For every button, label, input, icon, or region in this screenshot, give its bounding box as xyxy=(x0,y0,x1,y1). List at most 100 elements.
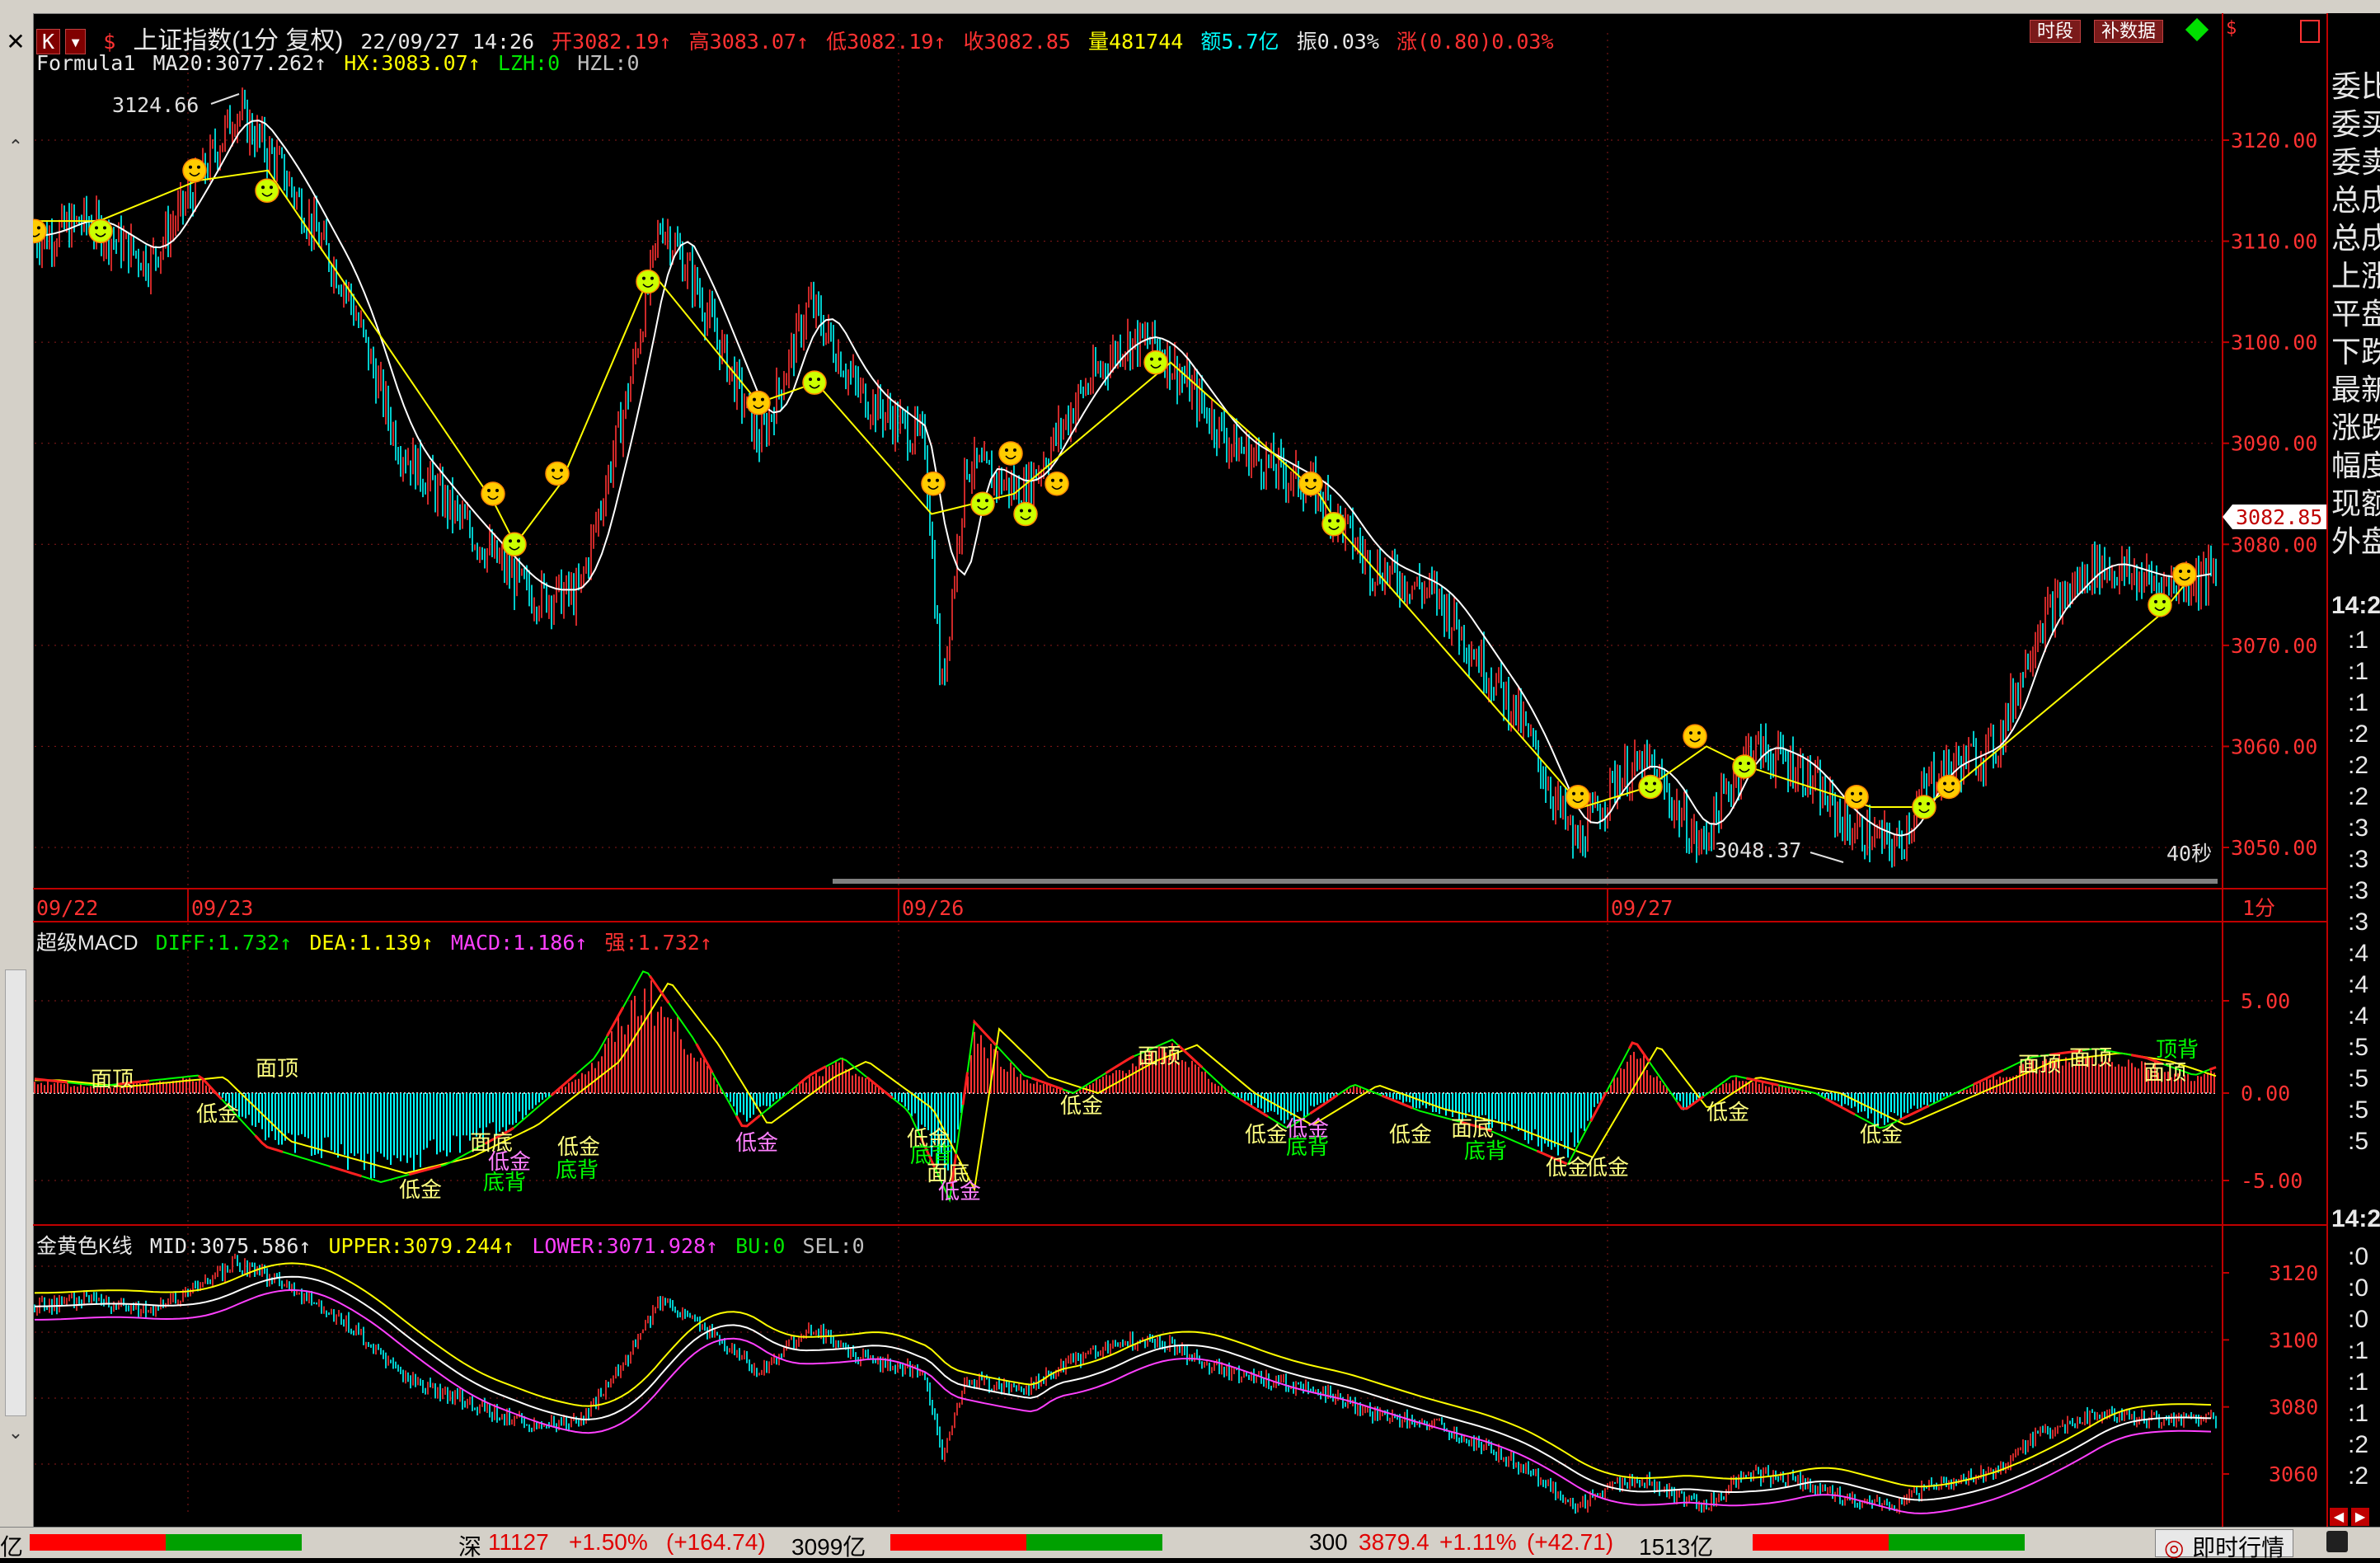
left-toolbar: ✕ ⌃ ⌄ xyxy=(0,13,34,1527)
quote-datetime: 22/09/27 14:26 xyxy=(360,30,535,54)
up-arrow-icon: ↑ xyxy=(659,30,672,54)
sz-change: (+164.74) xyxy=(666,1529,766,1555)
smiley-signal-icon xyxy=(1912,795,1936,819)
indicator-hx: HX:3083.07↑ xyxy=(344,51,481,75)
quote-open: 开3082.19 xyxy=(552,30,660,54)
date-label-0923: 09/23 xyxy=(191,896,253,920)
svg-text:3110.00: 3110.00 xyxy=(2231,230,2317,254)
price-grid xyxy=(35,33,2218,1517)
smiley-signal-icon xyxy=(1143,350,1168,375)
tick-time: :2 xyxy=(2348,752,2369,779)
right-quote-panel: 委比委买委卖总成总成上涨平盘下跌最新涨跌幅度现额外盘 14:2 :1:1:1:2… xyxy=(2326,13,2380,1527)
tick-time: :2 xyxy=(2348,783,2369,810)
scroll-up-icon[interactable]: ⌃ xyxy=(5,137,26,158)
macd-name: 超级MACD xyxy=(36,932,138,955)
macd-signal-label: 面顶 xyxy=(2069,1046,2112,1071)
smiley-signal-icon xyxy=(545,461,570,486)
goldk-name: 金黄色K线 xyxy=(36,1235,133,1258)
macd-strong: 强:1.732↑ xyxy=(604,931,712,955)
hs300-change: (+42.71) xyxy=(1527,1529,1614,1555)
sh-ratio-bar xyxy=(30,1534,302,1551)
vertical-scrollbar-thumb[interactable] xyxy=(5,969,26,1416)
tick-time: :4 xyxy=(2348,940,2369,967)
svg-text:3060: 3060 xyxy=(2269,1462,2318,1486)
close-icon[interactable]: ✕ xyxy=(3,30,28,54)
quote-field-label: 平盘 xyxy=(2331,297,2380,331)
tick-time-list: :1:1:1:2:2:2:3:3:3:3:4:4:4:5:5:5:5 xyxy=(2348,625,2368,1157)
macd-signal-label: 低金 xyxy=(735,1131,778,1156)
svg-text:3060.00: 3060.00 xyxy=(2231,735,2317,758)
quote-close: 收3082.85 xyxy=(963,30,1071,54)
sz-amount: 3099亿 xyxy=(791,1534,866,1560)
tick-time-header: 14:2 xyxy=(2331,592,2380,619)
scroll-right-icon[interactable]: ▶ xyxy=(2351,1508,2369,1526)
high-price-label: 3124.66 xyxy=(112,93,199,117)
date-label-0927: 09/27 xyxy=(1611,896,1673,920)
macd-signal-label: 低金 xyxy=(557,1135,600,1160)
tick-time: :0 xyxy=(2348,1243,2369,1270)
tick-time-footer: 14:2 xyxy=(2331,1205,2380,1232)
smiley-signal-icon xyxy=(1936,774,1961,800)
main-indicator-line: Formula1 MA20:3077.262↑ HX:3083.07↑ LZH:… xyxy=(36,51,645,75)
quote-field-label: 外盘 xyxy=(2331,524,2380,558)
tick-time: :2 xyxy=(2348,1431,2369,1458)
quote-field-label: 最新 xyxy=(2331,373,2380,406)
goldk-mid: MID:3075.586↑ xyxy=(149,1234,312,1258)
tick-time: :2 xyxy=(2348,1462,2369,1490)
tick-time: :4 xyxy=(2348,1002,2369,1030)
smiley-signal-icon xyxy=(182,158,207,183)
macd-signal-label: 低金 xyxy=(1060,1094,1103,1119)
smiley-signal-icon xyxy=(636,269,660,294)
tick-time: :1 xyxy=(2348,1337,2369,1364)
realtime-quote-button[interactable]: ◎ 即时行情 xyxy=(2155,1529,2294,1561)
indicator-hzl: HZL:0 xyxy=(577,51,640,75)
tick-time: :5 xyxy=(2348,1065,2369,1092)
smiley-signal-icon xyxy=(502,532,527,557)
svg-text:0.00: 0.00 xyxy=(2241,1082,2290,1105)
indicator-ma20: MA20:3077.262↑ xyxy=(153,51,327,75)
quote-field-label: 幅度 xyxy=(2331,448,2380,482)
currency-icon: $ xyxy=(103,30,116,54)
tick-time: :5 xyxy=(2348,1128,2369,1155)
svg-text:3120: 3120 xyxy=(2269,1261,2318,1285)
currency-small-icon: $ xyxy=(2226,18,2237,39)
tick-time: :4 xyxy=(2348,971,2369,998)
macd-signal-label: 低金 xyxy=(938,1180,981,1204)
macd-signal-label: 低金 xyxy=(1706,1101,1749,1125)
quote-field-label: 委比 xyxy=(2331,69,2380,103)
kline-chart[interactable]: 面顶 面顶低金低金面底低金底背低金底背低金 低金底背面底低金低金面顶低金低金底背 低金… xyxy=(33,13,2326,1527)
scroll-down-icon[interactable]: ⌄ xyxy=(5,1423,26,1444)
quote-field-label: 总成 xyxy=(2331,221,2380,255)
panel-toggle-icon[interactable] xyxy=(2300,20,2320,43)
tick-time: :1 xyxy=(2348,689,2369,716)
macd-signal-label: 面顶 xyxy=(256,1057,298,1082)
hs300-value: 3879.4 xyxy=(1359,1529,1429,1555)
smiley-signal-icon xyxy=(2148,593,2172,617)
macd-signal-label: 底背 xyxy=(1286,1135,1329,1160)
macd-signal-label: 面顶 xyxy=(1138,1044,1181,1069)
gold-k-series xyxy=(34,1253,2217,1514)
indicator-lzh: LZH:0 xyxy=(497,51,561,75)
supplement-data-button[interactable]: 补数据 xyxy=(2094,20,2164,43)
smiley-signal-icon xyxy=(746,390,771,415)
macd-series xyxy=(34,969,2217,1204)
quote-change: 涨(0.80)0.03% xyxy=(1396,30,1554,54)
computer-icon[interactable] xyxy=(2326,1531,2348,1552)
quote-amplitude: 振0.03% xyxy=(1296,30,1379,54)
macd-signal-label: 低金 xyxy=(196,1102,239,1127)
smiley-signal-icon xyxy=(1044,471,1069,496)
chart-horizontal-scrollbar[interactable] xyxy=(833,879,2218,884)
gold-y-axis: 3120 3100 3080 3060 xyxy=(2223,1261,2318,1486)
scroll-left-icon[interactable]: ◀ xyxy=(2330,1508,2348,1526)
quote-field-label: 总成 xyxy=(2331,183,2380,217)
gold-k-indicator-line: 金黄色K线 MID:3075.586↑ UPPER:3079.244↑ LOWE… xyxy=(36,1230,870,1260)
tick-time: :1 xyxy=(2348,627,2369,654)
tick-time-list-2: :0:0:0:1:1:1:2:2 xyxy=(2348,1241,2368,1492)
period-button[interactable]: 时段 xyxy=(2030,20,2082,43)
indicator-name: Formula1 xyxy=(36,51,136,75)
macd-value: MACD:1.186↑ xyxy=(450,931,588,955)
goldk-sel: SEL:0 xyxy=(802,1234,865,1258)
macd-signal-label: 底背 xyxy=(483,1171,526,1195)
macd-signal-label: 低金 xyxy=(1389,1123,1432,1148)
smiley-signal-icon xyxy=(1013,501,1038,527)
